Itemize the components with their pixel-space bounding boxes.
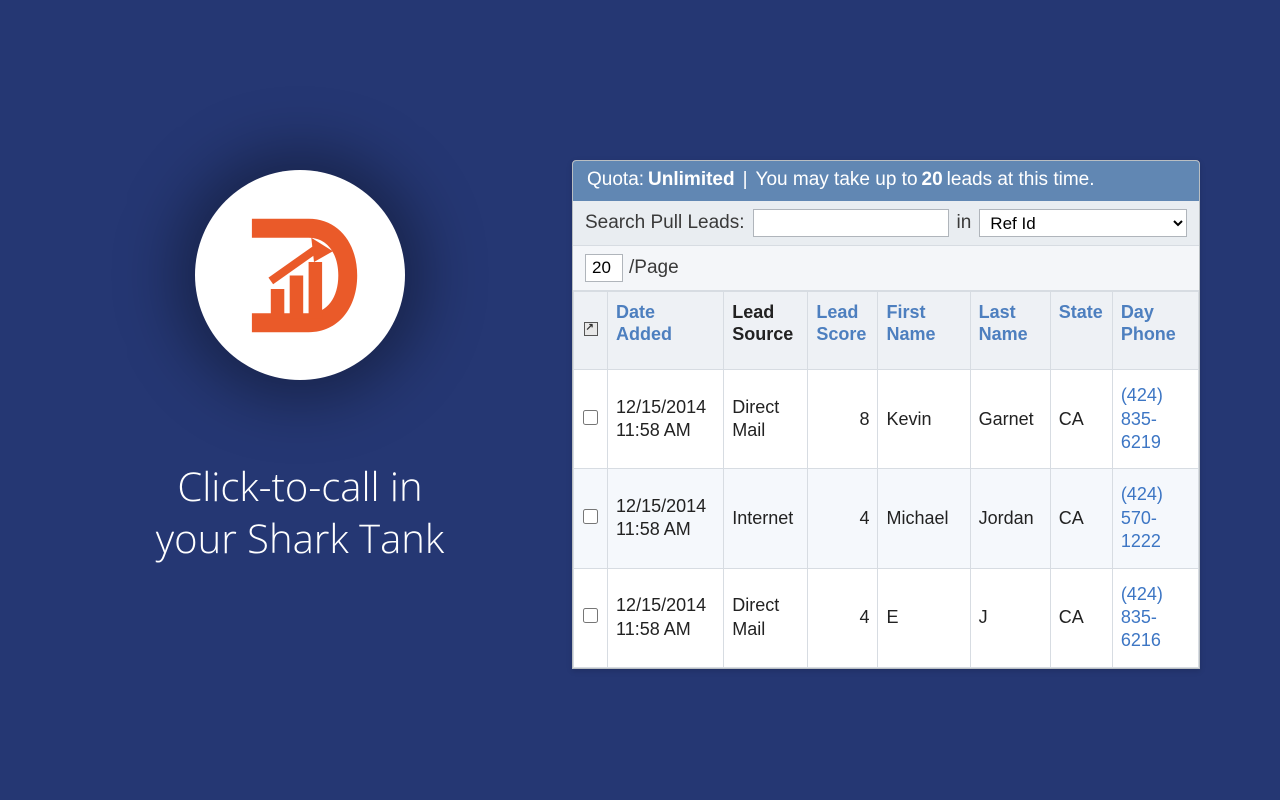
col-date-added[interactable]: Date Added [608, 292, 724, 370]
phone-link[interactable]: (424) 835-6216 [1121, 584, 1163, 651]
brand-logo [195, 170, 405, 380]
row-checkbox[interactable] [583, 509, 598, 524]
table-row: 12/15/2014 11:58 AM Direct Mail 8 Kevin … [574, 370, 1199, 469]
col-state[interactable]: State [1050, 292, 1112, 370]
cell-last: J [970, 568, 1050, 667]
tagline-line-1: Click-to-call in [177, 458, 422, 513]
paging-row: /Page [573, 246, 1199, 291]
col-first-name[interactable]: First Name [878, 292, 970, 370]
col-last-name[interactable]: Last Name [970, 292, 1050, 370]
cell-source: Internet [724, 469, 808, 568]
cell-state: CA [1050, 469, 1112, 568]
cell-source: Direct Mail [724, 370, 808, 469]
col-lead-source[interactable]: Lead Source [724, 292, 808, 370]
cell-date: 12/15/2014 11:58 AM [608, 469, 724, 568]
search-input[interactable] [753, 209, 949, 237]
quota-msg-post: leads at this time. [947, 169, 1095, 191]
table-row: 12/15/2014 11:58 AM Internet 4 Michael J… [574, 469, 1199, 568]
cell-state: CA [1050, 568, 1112, 667]
cell-score: 8 [808, 370, 878, 469]
per-page-suffix: /Page [629, 257, 679, 279]
quota-bar: Quota: Unlimited | You may take up to 20… [573, 161, 1199, 201]
row-checkbox[interactable] [583, 410, 598, 425]
cell-first: E [878, 568, 970, 667]
col-day-phone[interactable]: Day Phone [1112, 292, 1198, 370]
leads-panel: Quota: Unlimited | You may take up to 20… [572, 160, 1200, 669]
search-in-label: in [957, 212, 972, 234]
leads-table: Date Added Lead Source Lead Score First … [573, 291, 1199, 668]
tagline-line-2: your Shark Tank [156, 510, 444, 565]
cell-date: 12/15/2014 11:58 AM [608, 370, 724, 469]
per-page-input[interactable] [585, 254, 623, 282]
search-field-select[interactable]: Ref Id [979, 209, 1187, 237]
cell-date: 12/15/2014 11:58 AM [608, 568, 724, 667]
select-all-icon [584, 322, 598, 336]
quota-label: Quota: [587, 169, 644, 191]
cell-last: Garnet [970, 370, 1050, 469]
search-row: Search Pull Leads: in Ref Id [573, 201, 1199, 246]
cell-last: Jordan [970, 469, 1050, 568]
brand-logo-icon [233, 208, 368, 343]
phone-link[interactable]: (424) 570-1222 [1121, 484, 1163, 551]
quota-max: 20 [922, 169, 943, 191]
quota-msg-pre: You may take up to [756, 169, 918, 191]
table-header-row: Date Added Lead Source Lead Score First … [574, 292, 1199, 370]
cell-score: 4 [808, 469, 878, 568]
tagline: Click-to-call in your Shark Tank [156, 460, 444, 564]
row-checkbox[interactable] [583, 608, 598, 623]
cell-state: CA [1050, 370, 1112, 469]
quota-value: Unlimited [648, 169, 735, 191]
cell-first: Michael [878, 469, 970, 568]
table-row: 12/15/2014 11:58 AM Direct Mail 4 E J CA… [574, 568, 1199, 667]
quota-separator: | [739, 169, 752, 191]
col-lead-score[interactable]: Lead Score [808, 292, 878, 370]
cell-first: Kevin [878, 370, 970, 469]
col-select-all[interactable] [574, 292, 608, 370]
search-label: Search Pull Leads: [585, 212, 745, 234]
cell-source: Direct Mail [724, 568, 808, 667]
phone-link[interactable]: (424) 835-6219 [1121, 385, 1163, 452]
cell-score: 4 [808, 568, 878, 667]
